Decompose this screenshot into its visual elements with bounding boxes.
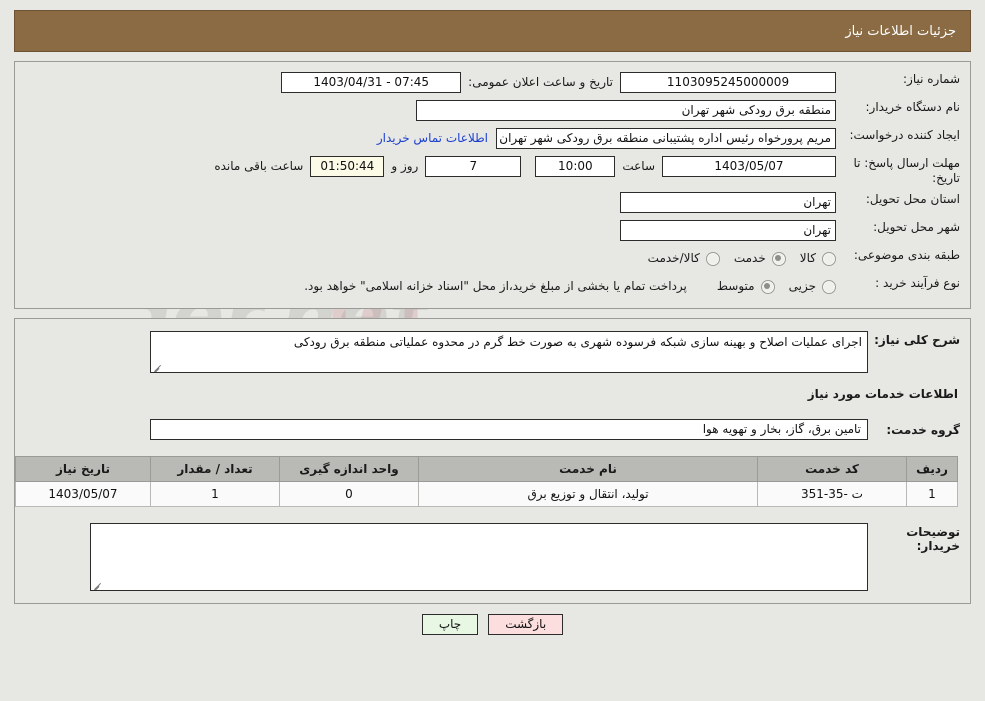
col-header-date: تاریخ نیاز bbox=[15, 456, 151, 482]
public-announcement-label: تاریخ و ساعت اعلان عمومی: bbox=[468, 75, 613, 89]
row-general-description: شرح کلی نیاز: اجرای عملیات اصلاح و بهینه… bbox=[25, 331, 960, 373]
delivery-city-field[interactable]: تهران bbox=[620, 220, 836, 241]
page-title: جزئیات اطلاعات نیاز bbox=[845, 23, 956, 39]
need-number-field[interactable]: 1103095245000009 bbox=[620, 72, 836, 93]
general-description-textarea[interactable]: اجرای عملیات اصلاح و بهینه سازی شبکه فرس… bbox=[150, 331, 868, 373]
deadline-time-field[interactable]: 10:00 bbox=[535, 156, 616, 177]
delivery-province-label: استان محل تحویل: bbox=[865, 192, 960, 206]
row-purchase-process: نوع فرآیند خرید : جزیی متوسط پرداخت تمام… bbox=[25, 276, 960, 298]
services-table: ردیف کد خدمت نام خدمت واحد اندازه گیری ت… bbox=[15, 456, 958, 507]
delivery-province-field[interactable]: تهران bbox=[620, 192, 836, 213]
general-description-label: شرح کلی نیاز: bbox=[874, 333, 960, 347]
radio-label-motavaset: متوسط bbox=[716, 279, 755, 293]
row-delivery-province: استان محل تحویل: تهران bbox=[25, 192, 960, 214]
resize-grip-icon-notes[interactable] bbox=[93, 580, 103, 590]
general-description-text: اجرای عملیات اصلاح و بهینه سازی شبکه فرس… bbox=[293, 335, 862, 349]
purchase-process-note: پرداخت تمام یا بخشی از مبلغ خرید،از محل … bbox=[304, 279, 687, 293]
col-header-quantity: تعداد / مقدار bbox=[150, 456, 280, 482]
request-creator-field[interactable]: مریم پرورخواه رئیس اداره پشتیبانی منطقه … bbox=[496, 128, 836, 149]
radio-icon-motavaset[interactable] bbox=[760, 279, 775, 294]
deadline-days-field[interactable]: 7 bbox=[425, 156, 522, 177]
cell-radif: 1 bbox=[906, 481, 958, 507]
cell-quantity: 1 bbox=[150, 481, 280, 507]
back-button[interactable]: بازگشت bbox=[488, 614, 564, 635]
cell-unit: 0 bbox=[279, 481, 419, 507]
buyer-org-label: نام دستگاه خریدار: bbox=[865, 100, 961, 114]
table-header-row: ردیف کد خدمت نام خدمت واحد اندازه گیری ت… bbox=[15, 456, 958, 482]
deadline-days-label: روز و bbox=[391, 159, 419, 173]
subject-category-label: طبقه بندی موضوعی: bbox=[853, 248, 960, 262]
radio-option-khedmat[interactable]: خدمت bbox=[734, 248, 786, 269]
row-delivery-city: شهر محل تحویل: تهران bbox=[25, 220, 960, 242]
purchase-process-radio-group: جزیی متوسط bbox=[703, 276, 836, 297]
radio-icon-kala[interactable] bbox=[822, 251, 836, 266]
delivery-city-label: شهر محل تحویل: bbox=[873, 220, 960, 234]
footer-button-bar: بازگشت چاپ bbox=[0, 614, 985, 635]
radio-icon-kala-khedmat[interactable] bbox=[705, 251, 720, 266]
row-request-creator: ایجاد کننده درخواست: مریم پرورخواه رئیس … bbox=[25, 128, 960, 150]
col-header-unit: واحد اندازه گیری bbox=[279, 456, 419, 482]
deadline-label: مهلت ارسال پاسخ: تا تاریخ: bbox=[853, 156, 960, 185]
row-subject-category: طبقه بندی موضوعی: کالا خدمت کالا/خدمت bbox=[25, 248, 960, 270]
radio-label-kala-khedmat: کالا/خدمت bbox=[647, 251, 700, 265]
radio-option-kala-khedmat[interactable]: کالا/خدمت bbox=[648, 248, 720, 269]
radio-label-khedmat: خدمت bbox=[733, 251, 766, 265]
resize-grip-icon[interactable] bbox=[153, 362, 163, 372]
radio-option-kala[interactable]: کالا bbox=[800, 248, 836, 269]
col-header-name: نام خدمت bbox=[418, 456, 758, 482]
cell-name: تولید، انتقال و توزیع برق bbox=[418, 481, 758, 507]
cell-code: ت -35-351 bbox=[757, 481, 907, 507]
radio-icon-khedmat[interactable] bbox=[771, 251, 786, 266]
need-details-panel: شرح کلی نیاز: اجرای عملیات اصلاح و بهینه… bbox=[14, 318, 971, 604]
radio-label-jozii: جزیی bbox=[788, 279, 816, 293]
row-buyer-notes: توضیحات خریدار: bbox=[25, 523, 960, 591]
table-row: 1 ت -35-351 تولید، انتقال و توزیع برق 0 … bbox=[15, 481, 958, 507]
radio-option-motavaset[interactable]: متوسط bbox=[717, 276, 775, 297]
public-announcement-field[interactable]: 1403/04/31 - 07:45 bbox=[281, 72, 462, 93]
radio-icon-jozii[interactable] bbox=[822, 279, 836, 294]
services-table-wrap: ردیف کد خدمت نام خدمت واحد اندازه گیری ت… bbox=[15, 456, 960, 507]
deadline-time-label: ساعت bbox=[622, 159, 655, 173]
page-title-bar: جزئیات اطلاعات نیاز bbox=[14, 10, 971, 52]
print-button[interactable]: چاپ bbox=[421, 614, 479, 635]
service-group-label: گروه خدمت: bbox=[886, 422, 960, 437]
purchase-process-label: نوع فرآیند خرید : bbox=[875, 276, 960, 290]
deadline-date-field[interactable]: 1403/05/07 bbox=[662, 156, 836, 177]
service-group-field[interactable]: تامین برق، گاز، بخار و تهویه هوا bbox=[150, 419, 868, 440]
col-header-code: کد خدمت bbox=[757, 456, 907, 482]
buyer-notes-textarea[interactable] bbox=[90, 523, 868, 591]
cell-date: 1403/05/07 bbox=[15, 481, 151, 507]
buyer-org-field[interactable]: منطقه برق رودکی شهر تهران bbox=[416, 100, 836, 121]
deadline-countdown-field: 01:50:44 bbox=[310, 156, 385, 177]
services-section-title: اطلاعات خدمات مورد نیاز bbox=[807, 387, 958, 401]
subject-category-radio-group: کالا خدمت کالا/خدمت bbox=[634, 248, 836, 269]
need-info-panel: شماره نیاز: 1103095245000009 تاریخ و ساع… bbox=[14, 61, 971, 309]
need-number-label: شماره نیاز: bbox=[903, 72, 960, 86]
row-buyer-org: نام دستگاه خریدار: منطقه برق رودکی شهر ت… bbox=[25, 100, 960, 122]
radio-option-jozii[interactable]: جزیی bbox=[789, 276, 836, 297]
col-header-radif: ردیف bbox=[906, 456, 958, 482]
row-need-number: شماره نیاز: 1103095245000009 تاریخ و ساع… bbox=[25, 72, 960, 94]
buyer-notes-label: توضیحات خریدار: bbox=[906, 525, 960, 553]
row-service-group: گروه خدمت: تامین برق، گاز، بخار و تهویه … bbox=[25, 419, 960, 440]
radio-label-kala: کالا bbox=[799, 251, 816, 265]
deadline-remaining-label: ساعت باقی مانده bbox=[214, 159, 304, 173]
buyer-contact-link[interactable]: اطلاعات تماس خریدار bbox=[369, 128, 496, 149]
row-deadline: مهلت ارسال پاسخ: تا تاریخ: 1403/05/07 سا… bbox=[25, 156, 960, 186]
request-creator-label: ایجاد کننده درخواست: bbox=[849, 128, 960, 142]
